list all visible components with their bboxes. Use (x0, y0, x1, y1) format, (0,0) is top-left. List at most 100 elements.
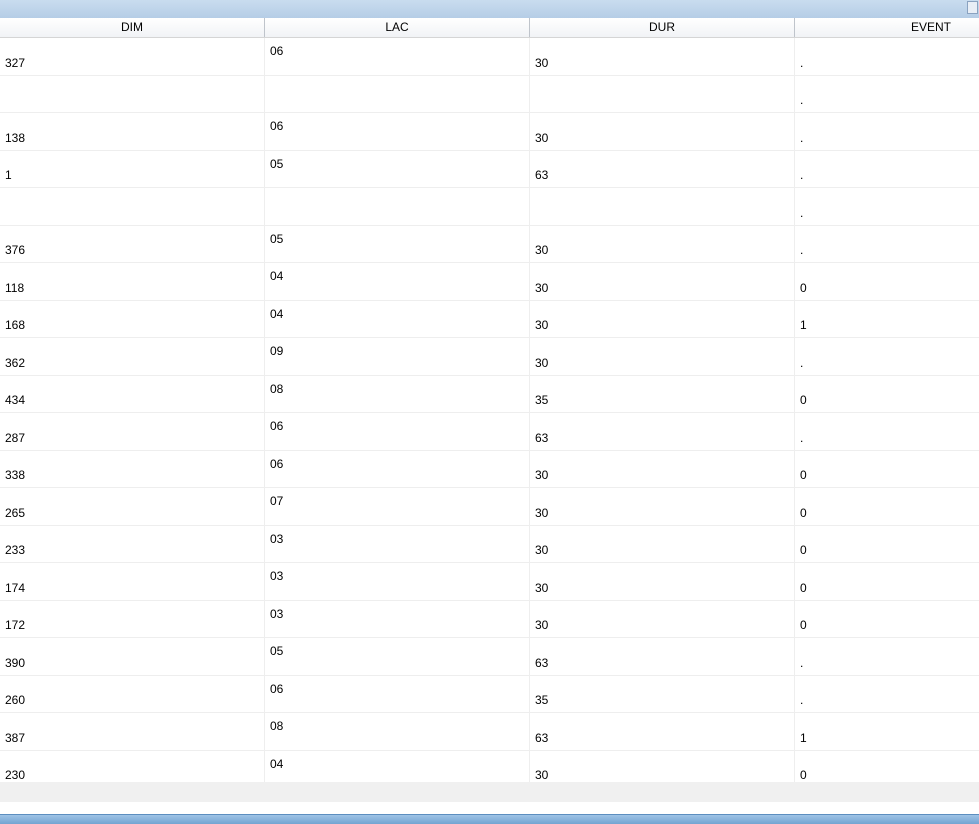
table-row[interactable]: 338 06 30 0 (0, 450, 979, 488)
cell-dur[interactable]: 30 (530, 750, 795, 782)
cell-event[interactable]: 0 (795, 263, 979, 301)
cell-dur[interactable]: 30 (530, 563, 795, 601)
cell-dur[interactable]: 63 (530, 413, 795, 451)
cell-event[interactable]: . (795, 151, 979, 188)
cell-dim[interactable]: 327 (0, 38, 265, 76)
cell-dur[interactable]: 35 (530, 675, 795, 713)
cell-lac[interactable]: 04 (265, 263, 530, 301)
cell-event[interactable]: . (795, 188, 979, 226)
cell-dim[interactable]: 118 (0, 263, 265, 301)
table-row[interactable]: 265 07 30 0 (0, 488, 979, 526)
table-row[interactable]: 260 06 35. (0, 675, 979, 713)
cell-lac[interactable]: 05 (265, 638, 530, 676)
table-row[interactable]: . (0, 75, 979, 113)
document-icon[interactable] (967, 1, 978, 14)
cell-lac[interactable]: 08 (265, 375, 530, 413)
table-row[interactable]: 327 06 30. (0, 38, 979, 76)
cell-lac[interactable]: 06 (265, 113, 530, 151)
cell-dur[interactable]: 63 (530, 638, 795, 676)
cell-event[interactable]: . (795, 76, 979, 113)
column-header-dur[interactable]: DUR (530, 18, 795, 37)
table-row[interactable]: 376 05 30. (0, 225, 979, 263)
cell-event[interactable]: . (795, 676, 979, 713)
cell-event[interactable]: 0 (795, 376, 979, 413)
cell-event[interactable]: 0 (795, 451, 979, 488)
cell-event[interactable]: 0 (795, 563, 979, 601)
cell-dim[interactable]: 260 (0, 675, 265, 713)
cell-dur[interactable]: 35 (530, 375, 795, 413)
cell-dim[interactable]: 376 (0, 225, 265, 263)
cell-event[interactable]: 0 (795, 751, 979, 782)
cell-event[interactable]: . (795, 113, 979, 151)
cell-event[interactable]: 1 (795, 713, 979, 751)
cell-lac[interactable]: 08 (265, 713, 530, 751)
cell-dur[interactable]: 30 (530, 113, 795, 151)
cell-event[interactable]: . (795, 638, 979, 676)
horizontal-scrollbar[interactable] (0, 782, 979, 802)
table-row[interactable]: 390 05 63. (0, 638, 979, 676)
cell-lac[interactable]: 04 (265, 750, 530, 782)
cell-lac[interactable]: 03 (265, 563, 530, 601)
cell-dur[interactable]: 30 (530, 338, 795, 376)
table-row[interactable]: 174 03 30 0 (0, 563, 979, 601)
cell-dur[interactable]: 30 (530, 450, 795, 488)
cell-lac[interactable]: 06 (265, 675, 530, 713)
cell-event[interactable]: 0 (795, 488, 979, 526)
cell-event[interactable]: . (795, 38, 979, 76)
cell-dur[interactable]: 30 (530, 600, 795, 638)
table-row[interactable]: 362 09 30. (0, 338, 979, 376)
cell-dur[interactable] (530, 75, 795, 113)
cell-dur[interactable]: 63 (530, 713, 795, 751)
column-header-event[interactable]: EVENT (795, 18, 979, 37)
cell-event[interactable]: 1 (795, 301, 979, 338)
cell-dim[interactable]: 362 (0, 338, 265, 376)
cell-lac[interactable] (265, 75, 530, 113)
cell-dur[interactable] (530, 188, 795, 226)
table-row[interactable]: 138 06 30. (0, 113, 979, 151)
cell-dim[interactable]: 387 (0, 713, 265, 751)
cell-lac[interactable]: 06 (265, 450, 530, 488)
cell-dur[interactable]: 63 (530, 150, 795, 188)
cell-dim[interactable] (0, 188, 265, 226)
cell-lac[interactable]: 09 (265, 338, 530, 376)
cell-event[interactable]: . (795, 413, 979, 451)
cell-event[interactable]: . (795, 338, 979, 376)
cell-dim[interactable]: 287 (0, 413, 265, 451)
column-header-lac[interactable]: LAC (265, 18, 530, 37)
cell-dim[interactable]: 265 (0, 488, 265, 526)
table-row[interactable]: 172 03 30 0 (0, 600, 979, 638)
table-row[interactable]: 434 08 35 0 (0, 375, 979, 413)
cell-dim[interactable]: 390 (0, 638, 265, 676)
table-row[interactable]: . (0, 188, 979, 226)
table-row[interactable]: 233 03 30 0 (0, 525, 979, 563)
cell-dur[interactable]: 30 (530, 263, 795, 301)
cell-lac[interactable]: 05 (265, 225, 530, 263)
cell-dur[interactable]: 30 (530, 225, 795, 263)
cell-dim[interactable] (0, 75, 265, 113)
cell-event[interactable]: . (795, 226, 979, 263)
cell-dim[interactable]: 172 (0, 600, 265, 638)
cell-lac[interactable]: 05 (265, 150, 530, 188)
cell-event[interactable]: 0 (795, 601, 979, 638)
cell-event[interactable]: 0 (795, 526, 979, 563)
cell-lac[interactable] (265, 188, 530, 226)
table-row[interactable]: 168 04 30 1 (0, 300, 979, 338)
cell-dur[interactable]: 30 (530, 38, 795, 76)
cell-dim[interactable]: 1 (0, 150, 265, 188)
cell-lac[interactable]: 03 (265, 525, 530, 563)
cell-lac[interactable]: 06 (265, 413, 530, 451)
cell-dur[interactable]: 30 (530, 488, 795, 526)
cell-dur[interactable]: 30 (530, 525, 795, 563)
table-row[interactable]: 1 05 63. (0, 150, 979, 188)
cell-dim[interactable]: 174 (0, 563, 265, 601)
table-row[interactable]: 387 08 63 1 (0, 713, 979, 751)
cell-dim[interactable]: 233 (0, 525, 265, 563)
table-row[interactable]: 118 04 30 0 (0, 263, 979, 301)
cell-dur[interactable]: 30 (530, 300, 795, 338)
cell-dim[interactable]: 138 (0, 113, 265, 151)
cell-dim[interactable]: 434 (0, 375, 265, 413)
table-row[interactable]: 287 06 63. (0, 413, 979, 451)
cell-dim[interactable]: 168 (0, 300, 265, 338)
cell-dim[interactable]: 338 (0, 450, 265, 488)
cell-dim[interactable]: 230 (0, 750, 265, 782)
